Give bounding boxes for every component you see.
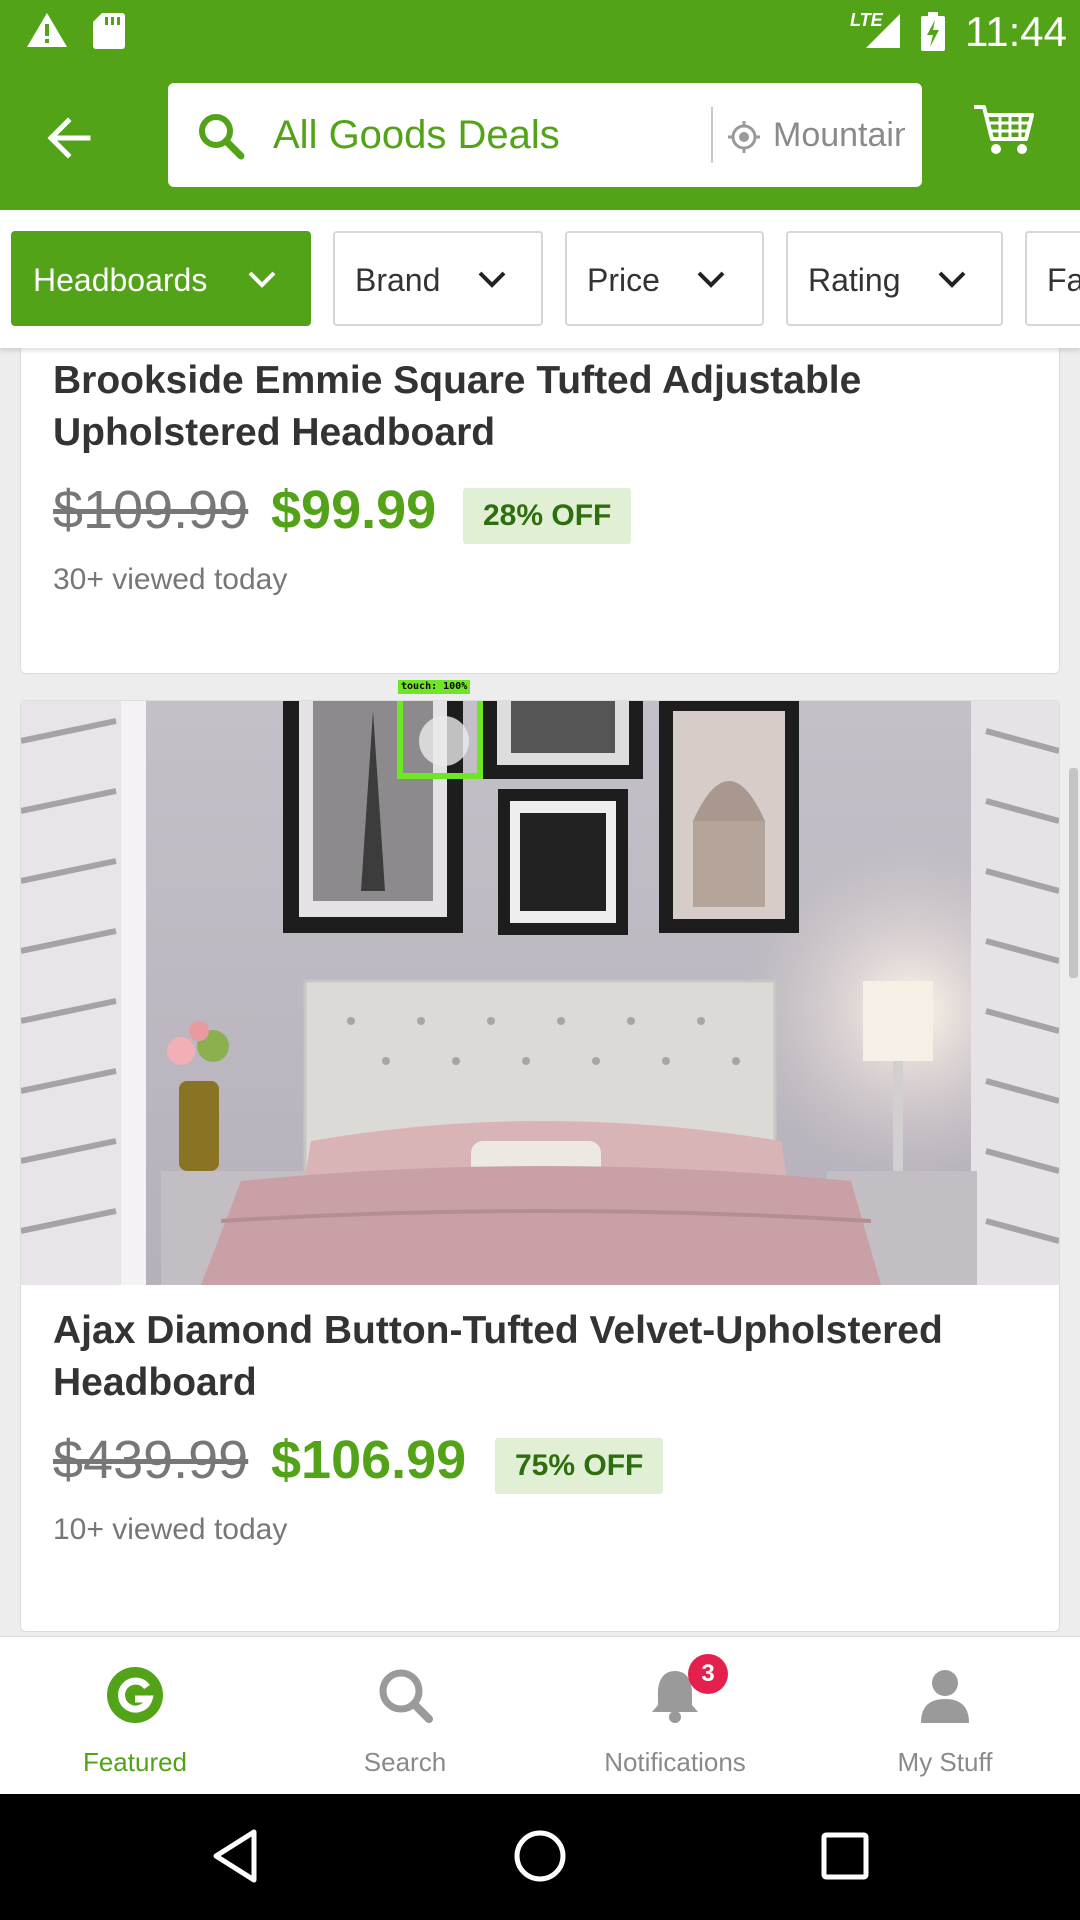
back-triangle-icon[interactable] xyxy=(210,1826,260,1891)
battery-charging-icon xyxy=(920,12,946,57)
filter-brand[interactable]: Brand xyxy=(333,231,543,326)
deal-title: Brookside Emmie Square Tufted Adjustable… xyxy=(53,359,862,454)
search-icon xyxy=(196,111,246,166)
notification-count-badge: 3 xyxy=(688,1654,728,1694)
cart-icon xyxy=(974,105,1034,154)
deal-card[interactable]: Ajax Diamond Button-Tufted Velvet-Uphols… xyxy=(20,700,1060,1632)
deal-price: $106.99 xyxy=(271,1430,467,1490)
person-icon xyxy=(915,1665,975,1730)
filter-label: Rating xyxy=(808,262,901,298)
search-query: All Goods Deals xyxy=(273,113,560,157)
chevron-down-icon xyxy=(478,271,506,288)
nav-label: Notifications xyxy=(604,1747,746,1777)
nav-featured[interactable]: Featured xyxy=(0,1637,270,1795)
chevron-down-icon xyxy=(697,271,725,288)
deal-list[interactable]: Brookside Emmie Square Tufted Adjustable… xyxy=(0,348,1080,1636)
warning-icon xyxy=(26,12,68,53)
touch-indicator-label: touch: 100% xyxy=(398,680,471,694)
chevron-down-icon xyxy=(248,271,276,288)
filter-category[interactable]: Headboards xyxy=(11,231,311,326)
nav-label: My Stuff xyxy=(897,1747,993,1777)
groupon-g-icon xyxy=(105,1665,165,1730)
cart-button[interactable] xyxy=(972,101,1036,162)
chevron-down-icon xyxy=(938,271,966,288)
bottom-nav: Featured Search 3 Notifications My Stuff xyxy=(0,1636,1080,1794)
original-price: $109.99 xyxy=(53,480,249,540)
nav-search[interactable]: Search xyxy=(270,1637,540,1795)
deal-price: $99.99 xyxy=(271,480,437,540)
filter-label: Price xyxy=(587,262,660,298)
deal-card[interactable]: Brookside Emmie Square Tufted Adjustable… xyxy=(20,348,1060,674)
nav-notifications[interactable]: 3 Notifications xyxy=(540,1637,810,1795)
recents-square-icon[interactable] xyxy=(820,1826,870,1891)
deal-title: Ajax Diamond Button-Tufted Velvet-Uphols… xyxy=(53,1309,943,1404)
location-icon xyxy=(726,119,762,160)
sd-card-icon xyxy=(92,12,126,55)
touch-indicator-dot xyxy=(419,716,469,766)
original-price: $439.99 xyxy=(53,1430,249,1490)
status-bar: LTE 11:44 xyxy=(0,0,1080,63)
nav-my-stuff[interactable]: My Stuff xyxy=(810,1637,1080,1795)
filter-label: Fa xyxy=(1047,262,1080,298)
signal-icon xyxy=(862,12,902,55)
arrow-left-icon xyxy=(47,117,91,159)
filter-label: Headboards xyxy=(33,262,208,298)
filter-rating[interactable]: Rating xyxy=(786,231,1003,326)
scrollbar[interactable] xyxy=(1069,768,1078,978)
search-icon xyxy=(375,1665,435,1730)
clock: 11:44 xyxy=(965,8,1067,55)
header: All Goods Deals Mountain xyxy=(0,63,1080,210)
deal-image[interactable] xyxy=(21,701,1059,1285)
search-bar[interactable]: All Goods Deals Mountain xyxy=(168,83,922,187)
back-button[interactable] xyxy=(40,108,100,168)
filter-more[interactable]: Fa xyxy=(1025,231,1080,326)
discount-badge: 28% OFF xyxy=(463,488,632,544)
nav-label: Search xyxy=(363,1747,447,1777)
viewed-count: 30+ viewed today xyxy=(53,563,288,596)
filter-bar: Headboards Brand Price Rating Fa xyxy=(0,210,1080,348)
headboard-photo xyxy=(21,701,1059,1285)
nav-label: Featured xyxy=(82,1747,188,1777)
viewed-count: 10+ viewed today xyxy=(53,1513,288,1546)
search-divider xyxy=(711,107,713,163)
home-circle-icon[interactable] xyxy=(512,1826,568,1891)
filter-price[interactable]: Price xyxy=(565,231,764,326)
location-field[interactable]: Mountain xyxy=(773,116,905,155)
filter-label: Brand xyxy=(355,262,441,298)
discount-badge: 75% OFF xyxy=(495,1438,664,1494)
system-nav-bar xyxy=(0,1794,1080,1920)
